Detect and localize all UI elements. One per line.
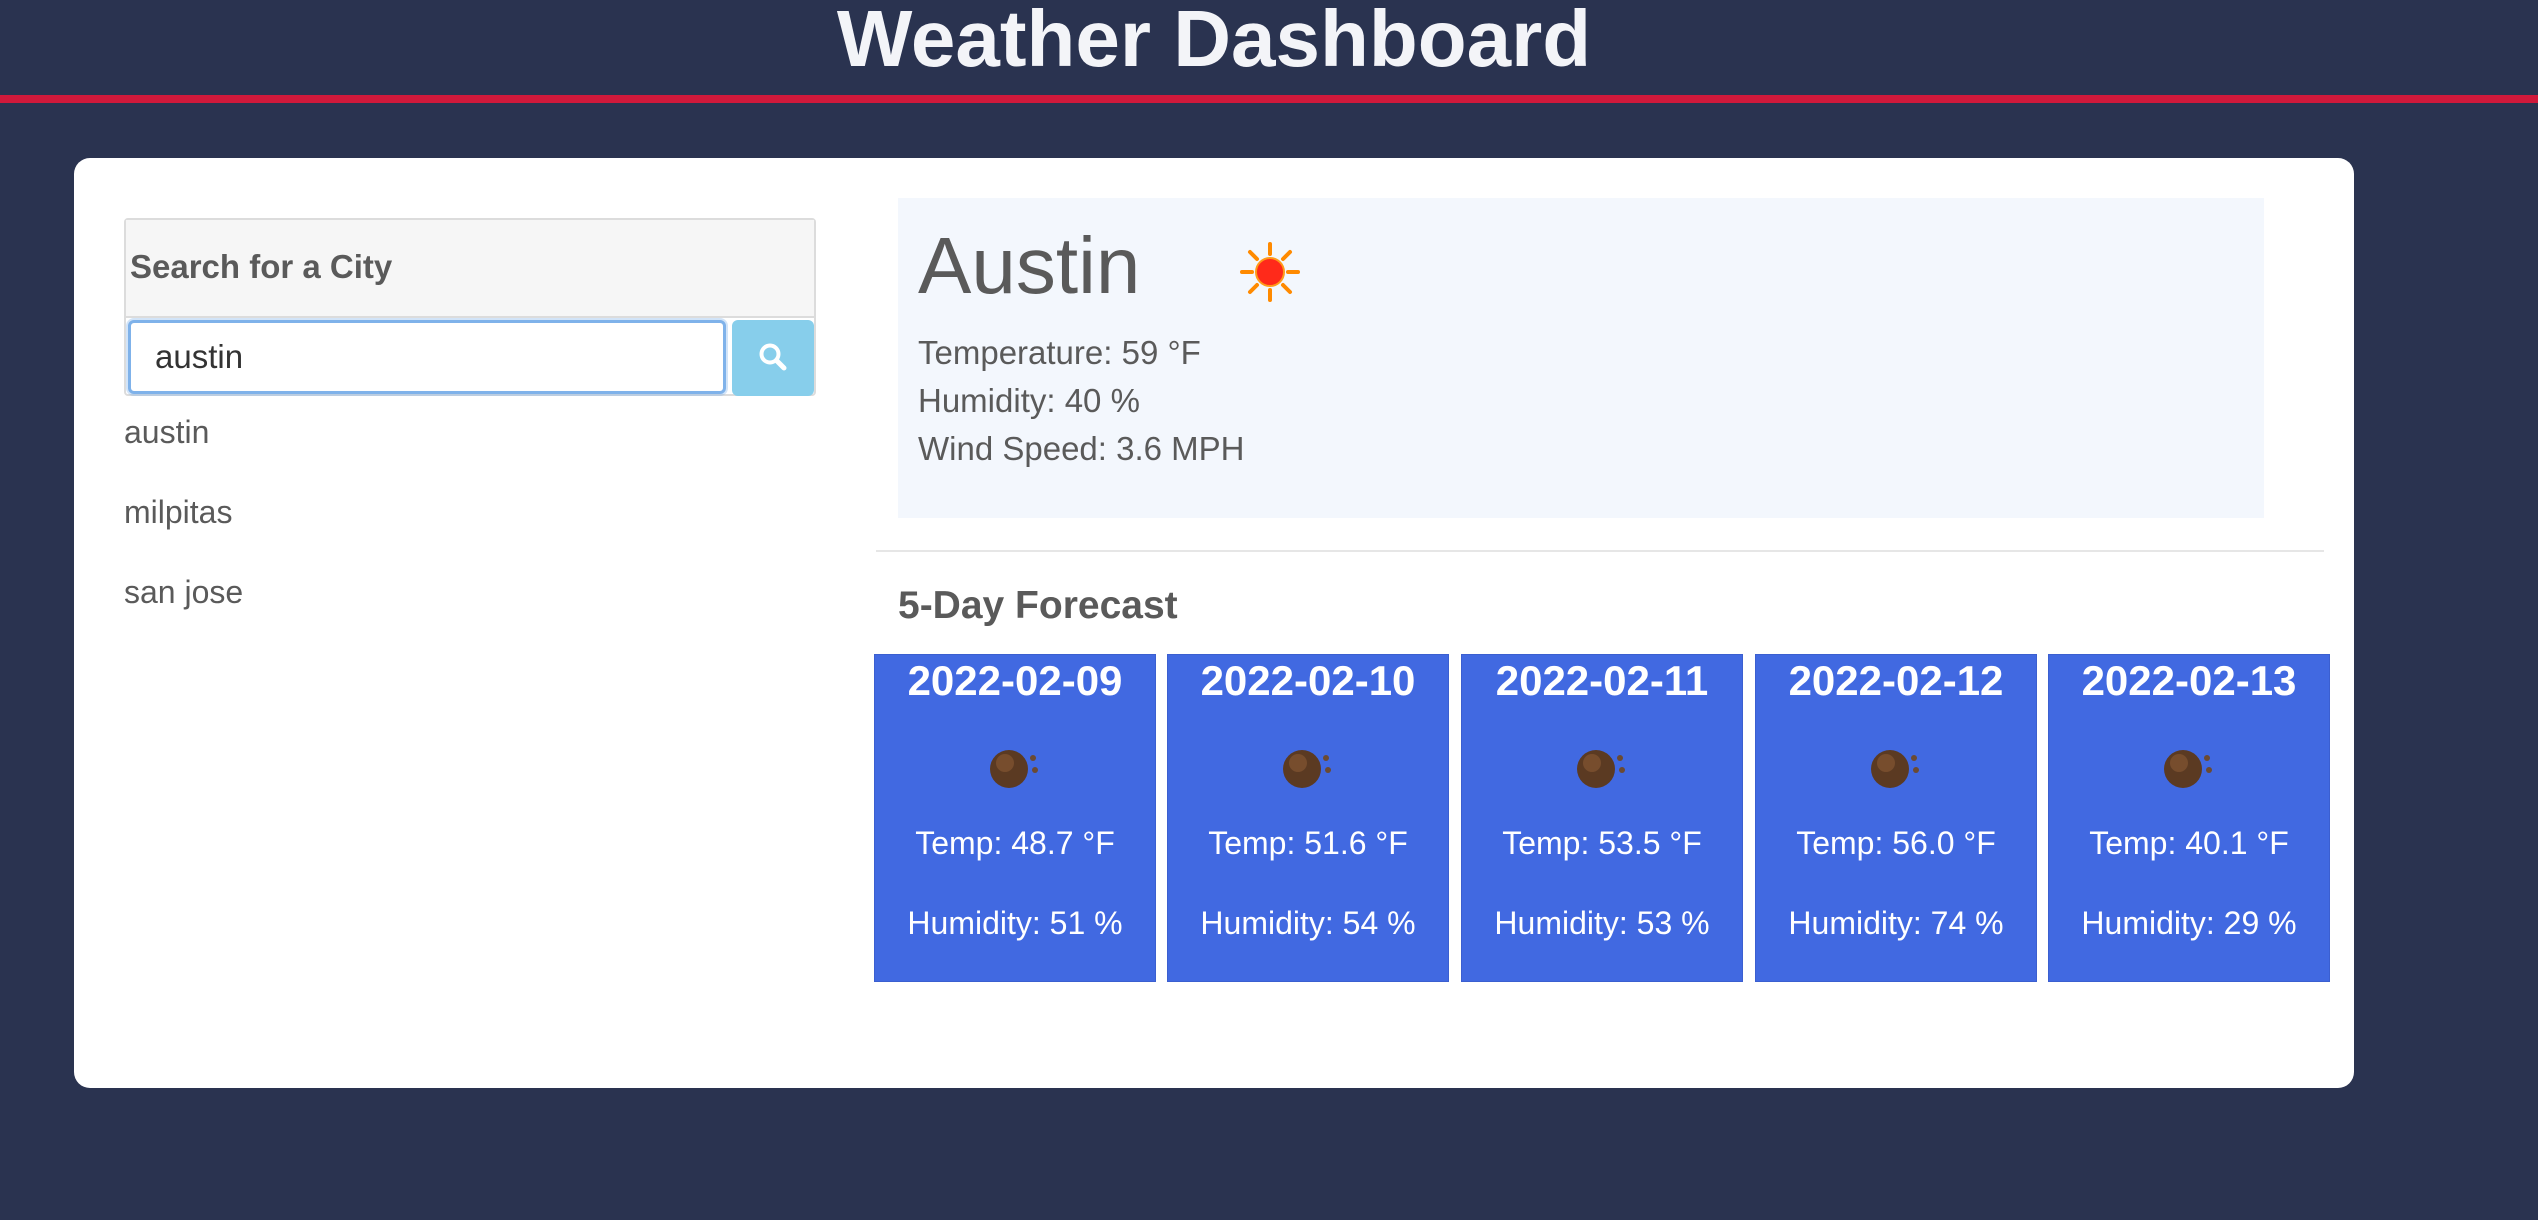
- search-panel: Search for a City: [124, 218, 816, 396]
- page-title: Weather Dashboard: [836, 0, 1592, 83]
- forecast-humidity: Humidity: 54 %: [1200, 905, 1416, 941]
- forecast-humidity: Humidity: 53 %: [1494, 905, 1710, 941]
- forecast-card: 2022-02-13 Temp: 40.1 °F Humidity: 29 %: [2048, 654, 2330, 982]
- forecast-card: 2022-02-10 Temp: 51.6 °F Humidity: 54 %: [1167, 654, 1449, 982]
- dashboard-card: Search for a City austin milpitas san jo…: [74, 158, 2354, 1088]
- history-item[interactable]: austin: [124, 404, 243, 484]
- divider: [876, 550, 2324, 552]
- forecast-card: 2022-02-11 Temp: 53.5 °F Humidity: 53 %: [1461, 654, 1743, 982]
- forecast-card: 2022-02-12 Temp: 56.0 °F Humidity: 74 %: [1755, 654, 2037, 982]
- history-item[interactable]: san jose: [124, 564, 243, 644]
- forecast-date: 2022-02-10: [1200, 657, 1416, 704]
- search-button[interactable]: [732, 320, 814, 396]
- sun-icon: [1238, 240, 1302, 304]
- forecast-temp: Temp: 40.1 °F: [2089, 825, 2289, 861]
- cloud-icon: [1572, 741, 1632, 793]
- forecast-date: 2022-02-13: [2081, 657, 2297, 704]
- current-wind-speed: Wind Speed: 3.6 MPH: [918, 430, 1245, 467]
- forecast-temp: Temp: 53.5 °F: [1502, 825, 1702, 861]
- forecast-temp: Temp: 51.6 °F: [1208, 825, 1408, 861]
- header: Weather Dashboard: [0, 0, 2538, 103]
- search-history: austin milpitas san jose: [124, 404, 243, 644]
- forecast-date: 2022-02-12: [1788, 657, 2004, 704]
- cloud-icon: [2159, 741, 2219, 793]
- forecast-humidity: Humidity: 29 %: [2081, 905, 2297, 941]
- search-input[interactable]: [128, 320, 726, 394]
- forecast-temp: Temp: 56.0 °F: [1796, 825, 1996, 861]
- forecast-humidity: Humidity: 74 %: [1788, 905, 2004, 941]
- current-humidity: Humidity: 40 %: [918, 382, 1140, 419]
- city-name: Austin: [918, 221, 1141, 310]
- forecast-card: 2022-02-09 Temp: 48.7 °F Humidity: 51 %: [874, 654, 1156, 982]
- current-weather: Austin Temperature: 59 °F Humidity: 40 %: [898, 198, 2264, 518]
- search-icon: [758, 342, 788, 375]
- cloud-icon: [1866, 741, 1926, 793]
- forecast-date: 2022-02-11: [1495, 657, 1709, 704]
- cloud-icon: [985, 741, 1045, 793]
- forecast-title: 5-Day Forecast: [898, 584, 1178, 627]
- cloud-icon: [1278, 741, 1338, 793]
- forecast-temp: Temp: 48.7 °F: [915, 825, 1115, 861]
- forecast-date: 2022-02-09: [907, 657, 1123, 704]
- search-title: Search for a City: [130, 248, 393, 285]
- history-item[interactable]: milpitas: [124, 484, 243, 564]
- current-temperature: Temperature: 59 °F: [918, 334, 1201, 371]
- forecast-row: 2022-02-09 Temp: 48.7 °F Humidity: 51 % …: [874, 654, 2330, 982]
- forecast-humidity: Humidity: 51 %: [907, 905, 1123, 941]
